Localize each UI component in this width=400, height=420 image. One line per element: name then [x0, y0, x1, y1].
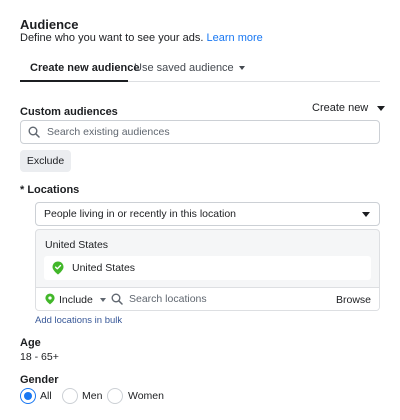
selected-location-name: United States	[72, 262, 136, 274]
caret-down-icon	[99, 298, 106, 303]
custom-audiences-label: Custom audiences	[20, 106, 118, 118]
search-icon	[111, 293, 123, 305]
exclude-button[interactable]: Exclude	[20, 150, 71, 172]
age-label: Age	[20, 337, 41, 349]
location-pin-icon	[45, 293, 55, 305]
search-locations-input[interactable]	[129, 291, 309, 307]
subtitle-text: Define who you want to see your ads.	[20, 32, 204, 44]
browse-button[interactable]: Browse	[336, 294, 371, 306]
audience-tabs: Create new audience Use saved audience	[20, 56, 380, 82]
gender-radio-men[interactable]	[62, 388, 78, 404]
selected-location-item[interactable]: United States	[44, 256, 371, 280]
gender-radio-women[interactable]	[107, 388, 123, 404]
gender-label: Gender	[20, 374, 59, 386]
gender-radio-all[interactable]	[20, 388, 36, 404]
gender-option-label: Men	[82, 390, 103, 402]
location-search-bar: Include Browse	[36, 287, 379, 310]
tab-use-saved-audience[interactable]: Use saved audience	[134, 62, 245, 74]
section-subtitle: Define who you want to see your ads. Lea…	[20, 32, 263, 44]
active-tab-indicator	[20, 80, 128, 82]
include-dropdown[interactable]: Include	[59, 294, 106, 306]
country-group-header: United States	[45, 239, 109, 251]
location-type-value: People living in or recently in this loc…	[44, 208, 237, 220]
search-icon	[28, 126, 40, 138]
caret-down-icon	[377, 105, 386, 111]
create-new-label: Create new	[312, 102, 369, 114]
learn-more-link[interactable]: Learn more	[207, 32, 263, 44]
locations-label: * Locations	[20, 184, 80, 196]
search-existing-audiences-input[interactable]	[47, 124, 367, 140]
caret-down-icon	[238, 66, 245, 71]
include-label: Include	[59, 294, 93, 306]
location-type-dropdown[interactable]: People living in or recently in this loc…	[35, 202, 380, 226]
custom-audience-search[interactable]	[20, 120, 380, 144]
caret-down-icon	[362, 212, 370, 217]
section-title: Audience	[20, 17, 79, 32]
age-range-value[interactable]: 18 - 65+	[20, 351, 59, 363]
create-new-button[interactable]: Create new	[312, 102, 386, 114]
gender-option-label: All	[40, 390, 52, 402]
location-panel: United States United States Include Brow…	[35, 229, 380, 311]
add-locations-in-bulk-link[interactable]: Add locations in bulk	[35, 315, 122, 326]
gender-option-label: Women	[128, 390, 164, 402]
location-pin-icon	[52, 261, 64, 275]
tab-create-new-audience[interactable]: Create new audience	[30, 62, 139, 74]
tab-use-saved-label: Use saved audience	[134, 62, 234, 74]
